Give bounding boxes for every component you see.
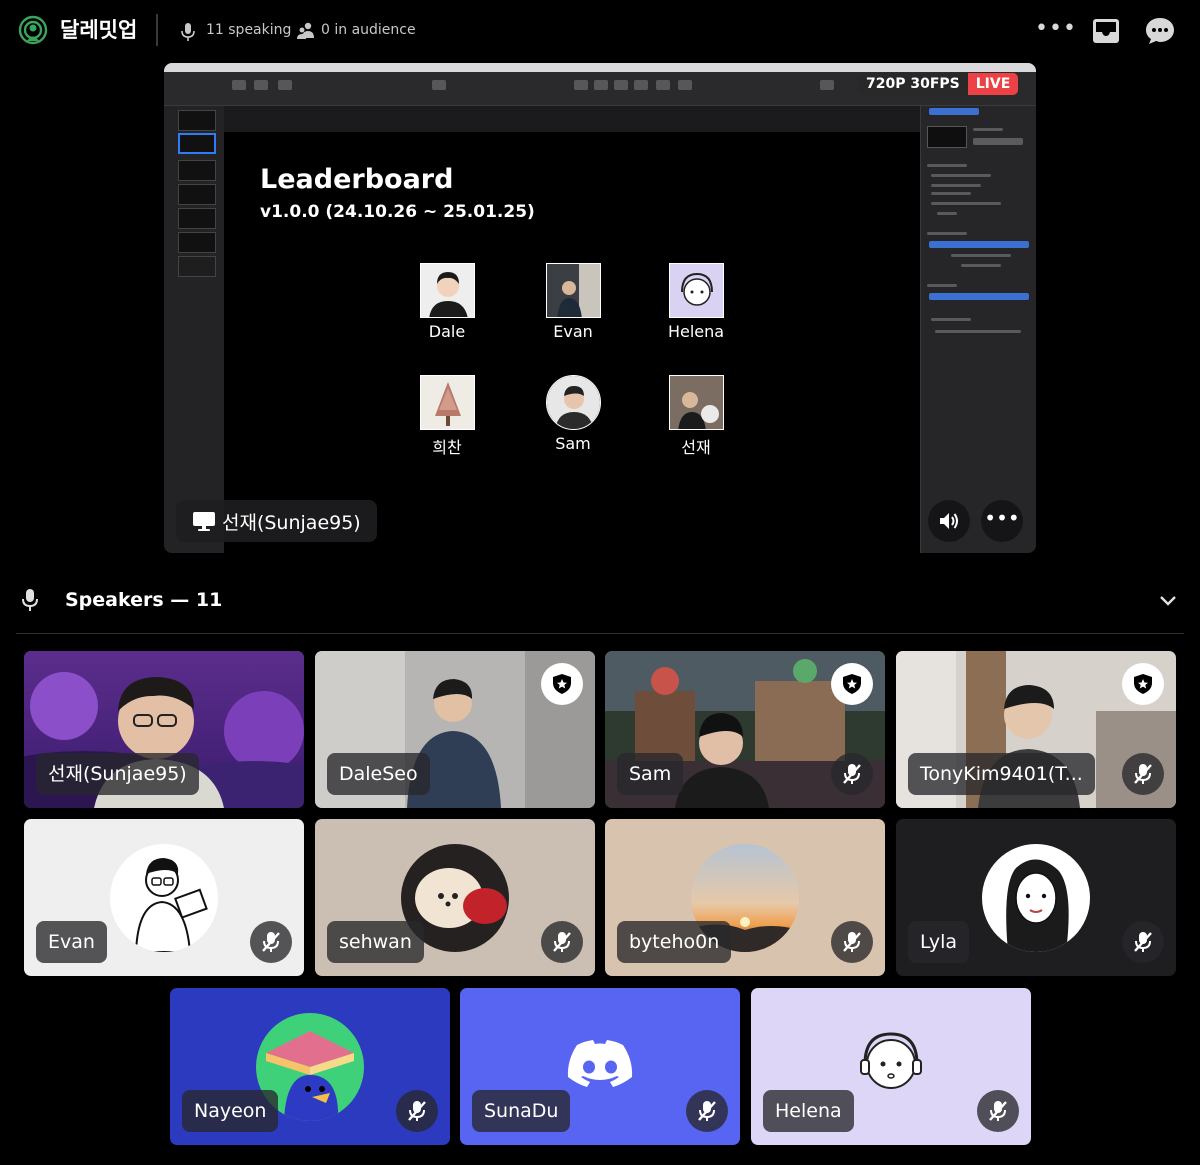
muted-indicator	[541, 921, 583, 963]
speaker-tile[interactable]: Lyla	[896, 819, 1176, 976]
inspector-panel	[920, 106, 1036, 553]
stage-icon	[18, 15, 48, 45]
mic-muted-icon	[1134, 932, 1152, 952]
top-bar: 달레밋업 11 speaking 0 in audience •••	[0, 0, 1200, 62]
speaker-name: Evan	[36, 921, 107, 963]
mic-icon	[181, 23, 195, 41]
presentation-slide: Leaderboard v1.0.0 (24.10.26 ~ 25.01.25)…	[224, 132, 920, 553]
header-divider	[156, 14, 158, 46]
leaderboard-person: Evan	[518, 263, 628, 341]
speaker-tile[interactable]: DaleSeo	[315, 651, 595, 808]
speaker-name: 선재(Sunjae95)	[36, 753, 199, 795]
speaker-name: byteho0n	[617, 921, 732, 963]
speaker-tile[interactable]: Helena	[751, 988, 1031, 1145]
screen-share-icon	[193, 512, 215, 531]
mic-muted-icon	[989, 1101, 1007, 1121]
muted-indicator	[250, 921, 292, 963]
slide-thumbnails	[164, 106, 224, 553]
leaderboard-person: Sam	[518, 375, 628, 453]
mic-muted-icon	[408, 1101, 426, 1121]
speakers-heading: Speakers — 11	[65, 589, 223, 611]
person-photo	[668, 263, 724, 318]
audience-icon	[297, 22, 314, 39]
person-photo	[668, 375, 724, 430]
speaker-name: TonyKim9401(T...	[908, 753, 1095, 795]
speaker-name: SunaDu	[472, 1090, 571, 1132]
mic-muted-icon	[1134, 764, 1152, 784]
speaker-tile[interactable]: Nayeon	[170, 988, 450, 1145]
leaderboard-person: Dale	[392, 263, 502, 341]
mic-icon	[22, 589, 38, 611]
moderator-shield-icon	[1122, 663, 1164, 705]
discord-logo-icon	[567, 1040, 633, 1087]
muted-indicator	[831, 921, 873, 963]
person-photo	[419, 375, 475, 430]
muted-indicator	[396, 1090, 438, 1132]
speaker-tile[interactable]: Sam	[605, 651, 885, 808]
person-photo	[545, 375, 601, 430]
speaker-tile[interactable]: TonyKim9401(T...	[896, 651, 1176, 808]
section-divider	[16, 633, 1184, 634]
mic-muted-icon	[843, 932, 861, 952]
speaker-name: sehwan	[327, 921, 424, 963]
inbox-icon[interactable]	[1091, 16, 1121, 46]
avatar	[982, 844, 1090, 952]
person-photo	[419, 263, 475, 318]
muted-indicator	[1122, 921, 1164, 963]
avatar	[110, 844, 218, 952]
avatar	[851, 1024, 931, 1104]
streamer-label: 선재(Sunjae95)	[176, 500, 377, 542]
stream-quality-badge: 720P 30FPS LIVE	[858, 73, 1019, 95]
muted-indicator	[686, 1090, 728, 1132]
speaker-name: DaleSeo	[327, 753, 430, 795]
mic-muted-icon	[843, 764, 861, 784]
muted-indicator	[977, 1090, 1019, 1132]
slide-title: Leaderboard	[260, 164, 454, 195]
screen-share-stream[interactable]: Leaderboard v1.0.0 (24.10.26 ~ 25.01.25)…	[164, 63, 1036, 553]
speaker-name: Lyla	[908, 921, 970, 963]
chevron-down-icon[interactable]	[1158, 593, 1178, 609]
speaker-tile[interactable]: Evan	[24, 819, 304, 976]
volume-button[interactable]	[928, 500, 970, 542]
speaker-tile[interactable]: sehwan	[315, 819, 595, 976]
slide-version: v1.0.0 (24.10.26 ~ 25.01.25)	[260, 202, 535, 222]
speaker-tile[interactable]: 선재(Sunjae95)	[24, 651, 304, 808]
live-badge: LIVE	[967, 73, 1019, 95]
channel-title: 달레밋업	[60, 18, 138, 42]
speaker-name: Sam	[617, 753, 684, 795]
speaker-name: Nayeon	[182, 1090, 279, 1132]
moderator-shield-icon	[541, 663, 583, 705]
leaderboard-person: Helena	[641, 263, 751, 341]
audience-count: 0 in audience	[321, 22, 416, 38]
speaker-tile[interactable]: byteho0n	[605, 819, 885, 976]
moderator-shield-icon	[831, 663, 873, 705]
muted-indicator	[1122, 753, 1164, 795]
volume-icon	[940, 513, 958, 529]
person-photo	[545, 263, 601, 318]
chat-icon[interactable]	[1144, 16, 1176, 46]
more-options-button[interactable]: •••	[1035, 16, 1076, 44]
speaking-count: 11 speaking	[206, 22, 292, 38]
mic-muted-icon	[553, 932, 571, 952]
muted-indicator	[831, 753, 873, 795]
speaker-tile[interactable]: SunaDu	[460, 988, 740, 1145]
mic-muted-icon	[698, 1101, 716, 1121]
mic-muted-icon	[262, 932, 280, 952]
speaker-name: Helena	[763, 1090, 854, 1132]
mac-menubar	[164, 63, 1036, 80]
leaderboard-person: 희찬	[392, 375, 502, 458]
stream-more-button[interactable]: •••	[981, 500, 1023, 542]
leaderboard-person: 선재	[641, 375, 751, 458]
